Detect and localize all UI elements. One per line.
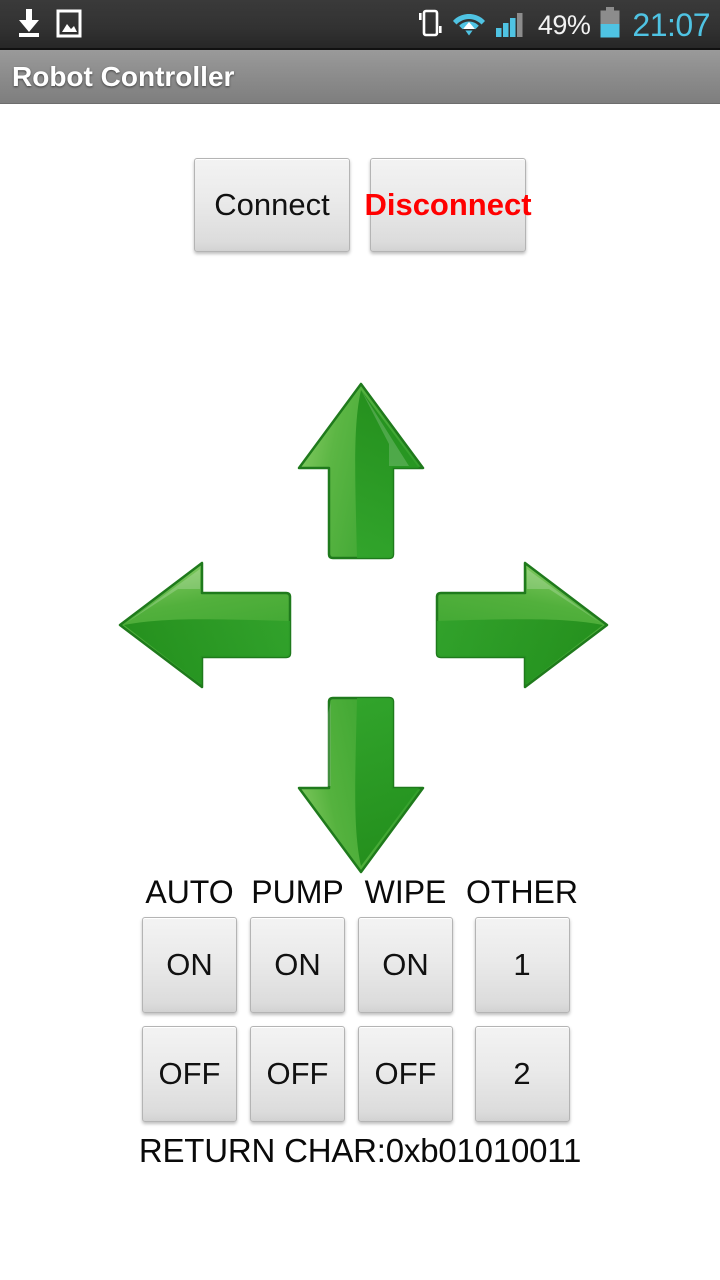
vibrate-mode-icon [417, 7, 443, 44]
other-two-button[interactable]: 2 [474, 1026, 570, 1122]
status-bar: 49% 21:07 [0, 0, 720, 50]
wipe-off-button[interactable]: OFF [358, 1026, 453, 1122]
direction-pad [0, 104, 720, 874]
download-icon [16, 8, 42, 43]
arrow-down-button[interactable] [295, 696, 427, 874]
wifi-icon [452, 8, 486, 43]
cellular-signal-icon [495, 8, 529, 43]
pump-off-button[interactable]: OFF [250, 1026, 345, 1122]
arrow-right-button[interactable] [435, 559, 610, 689]
wipe-on-button[interactable]: ON [358, 917, 453, 1013]
return-char-status: RETURN CHAR:0xb01010011 [138, 1132, 582, 1169]
main-content: Connect Disconnect AUTO ON OFF PUMP ON O… [0, 104, 720, 1280]
control-label-auto: AUTO [145, 874, 234, 910]
battery-icon [599, 6, 621, 44]
control-label-other: OTHER [466, 874, 578, 910]
pump-on-button[interactable]: ON [250, 917, 345, 1013]
control-label-pump: PUMP [251, 874, 344, 910]
auto-on-button[interactable]: ON [142, 917, 237, 1013]
gallery-image-icon [56, 8, 82, 43]
control-grid: AUTO ON OFF PUMP ON OFF WIPE ON OFF OTHE… [0, 874, 720, 1135]
page-title: Robot Controller [12, 60, 235, 92]
control-column-wipe: WIPE ON OFF [358, 874, 453, 1135]
control-label-wipe: WIPE [364, 874, 447, 910]
arrow-up-button[interactable] [295, 382, 427, 560]
control-column-pump: PUMP ON OFF [250, 874, 345, 1135]
status-bar-left-icons [16, 8, 417, 43]
arrow-left-button[interactable] [118, 559, 293, 689]
status-bar-clock: 21:07 [632, 7, 710, 43]
app-title-bar: Robot Controller [0, 50, 720, 104]
other-one-button[interactable]: 1 [474, 917, 570, 1013]
control-column-auto: AUTO ON OFF [142, 874, 237, 1135]
auto-off-button[interactable]: OFF [142, 1026, 237, 1122]
battery-percent-label: 49% [537, 9, 591, 40]
status-bar-right-icons: 49% 21:07 [417, 6, 710, 44]
control-column-other: OTHER 1 2 [466, 874, 578, 1135]
